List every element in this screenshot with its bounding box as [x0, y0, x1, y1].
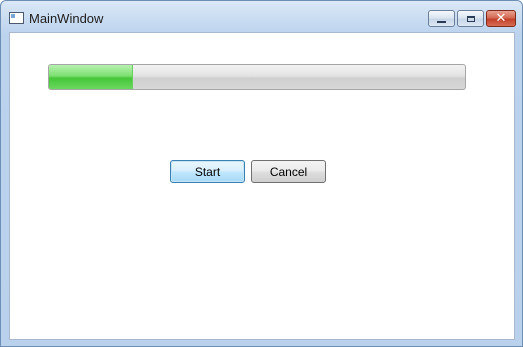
cancel-button[interactable]: Cancel: [251, 160, 326, 183]
minimize-button[interactable]: [428, 10, 455, 27]
maximize-icon: [466, 15, 475, 22]
caption-buttons: ✕: [428, 10, 516, 27]
progress-bar: [48, 64, 466, 90]
start-button[interactable]: Start: [170, 160, 245, 183]
progress-fill: [49, 65, 134, 89]
main-window: MainWindow ✕ Start Cancel: [0, 0, 523, 347]
window-title: MainWindow: [29, 11, 104, 26]
close-icon: ✕: [495, 11, 507, 26]
title-bar[interactable]: MainWindow ✕: [1, 1, 522, 33]
window-icon[interactable]: [9, 12, 24, 24]
window-content: Start Cancel: [9, 32, 515, 340]
minimize-icon: [437, 20, 446, 23]
close-button[interactable]: ✕: [486, 10, 516, 27]
maximize-button[interactable]: [457, 10, 484, 27]
